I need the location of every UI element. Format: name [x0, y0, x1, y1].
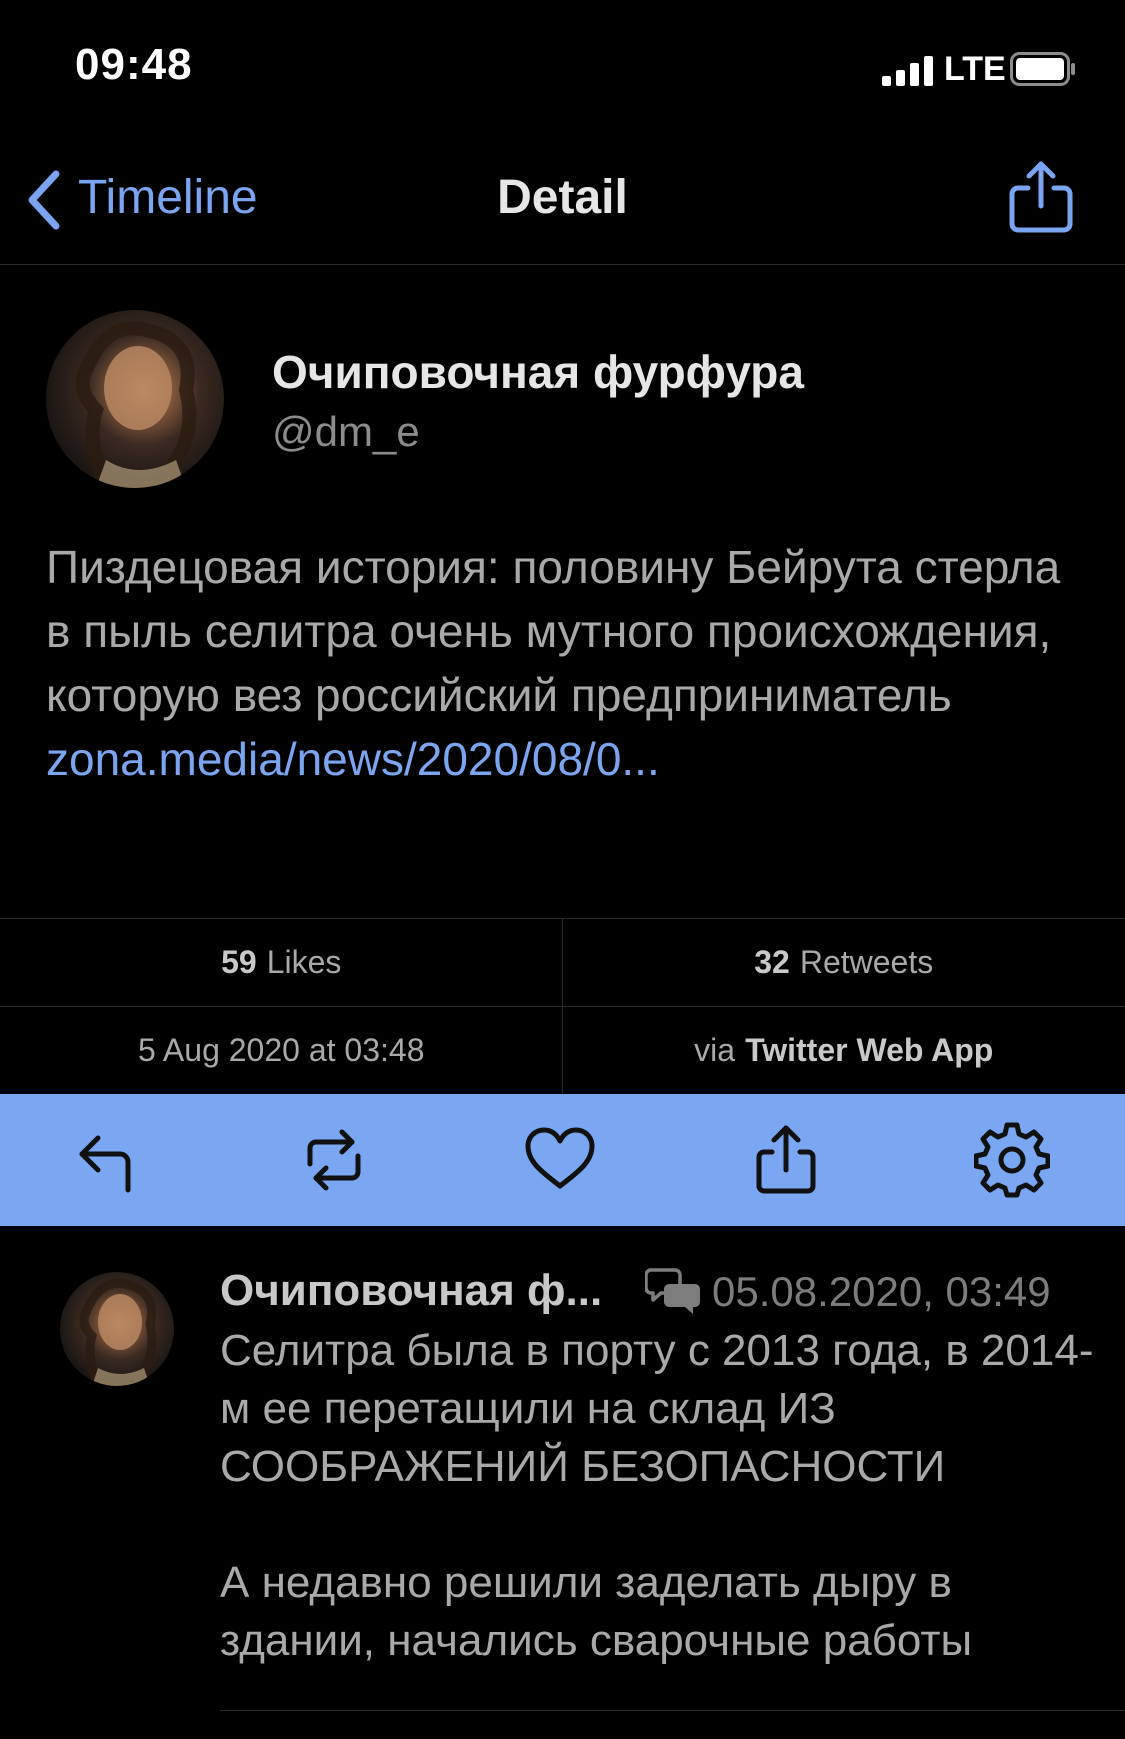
reply-divider	[220, 1710, 1125, 1711]
status-time: 09:48	[75, 40, 193, 89]
via-app: Twitter Web App	[745, 1031, 994, 1068]
likes-count: 59	[221, 943, 257, 980]
tweet-body: Пиздецовая история: половину Бейрута сте…	[46, 535, 1086, 791]
nav-divider	[0, 264, 1125, 265]
reply-paragraph: А недавно решили заделать дыру в здании,…	[220, 1558, 973, 1665]
reply-paragraph: Селитра была в порту с 2013 года, в 2014…	[220, 1326, 1094, 1491]
share-icon[interactable]	[1008, 160, 1074, 234]
tweet-date: 5 Aug 2020 at 03:48	[0, 1006, 563, 1094]
author-handle[interactable]: @dm_e	[272, 408, 420, 456]
tweet-text: Пиздецовая история: половину Бейрута сте…	[46, 541, 1061, 721]
via-prefix: via	[694, 1031, 736, 1068]
tweet-link[interactable]: zona.media/news/2020/08/0...	[46, 733, 660, 785]
reply-author-name[interactable]: Очиповочная ф...	[220, 1266, 602, 1316]
date-text: 5 Aug 2020 at 03:48	[138, 1031, 425, 1068]
signal-icon	[882, 56, 934, 86]
retweet-icon[interactable]	[296, 1122, 372, 1198]
retweets-stat[interactable]: 32 Retweets	[563, 918, 1125, 1006]
gear-icon[interactable]	[974, 1122, 1050, 1198]
likes-label: Likes	[266, 943, 342, 980]
likes-stat[interactable]: 59 Likes	[0, 918, 563, 1006]
heart-icon[interactable]	[522, 1122, 598, 1198]
avatar[interactable]	[46, 310, 224, 488]
network-label: LTE	[944, 50, 1006, 88]
author-name[interactable]: Очиповочная фурфура	[272, 345, 804, 399]
retweets-count: 32	[754, 943, 790, 980]
tweet-source: via Twitter Web App	[563, 1006, 1125, 1094]
stats-vertical-divider	[562, 918, 563, 1094]
battery-icon	[1010, 52, 1075, 86]
reply-avatar[interactable]	[60, 1272, 174, 1386]
reply-icon[interactable]	[70, 1122, 146, 1198]
page-title: Detail	[497, 171, 628, 224]
reply-timestamp: 05.08.2020, 03:49	[712, 1268, 1051, 1315]
retweets-label: Retweets	[799, 943, 934, 980]
reply-body: Селитра была в порту с 2013 года, в 2014…	[220, 1322, 1100, 1670]
share-icon[interactable]	[748, 1122, 824, 1198]
conversation-icon	[645, 1268, 700, 1314]
action-bar	[0, 1094, 1125, 1226]
